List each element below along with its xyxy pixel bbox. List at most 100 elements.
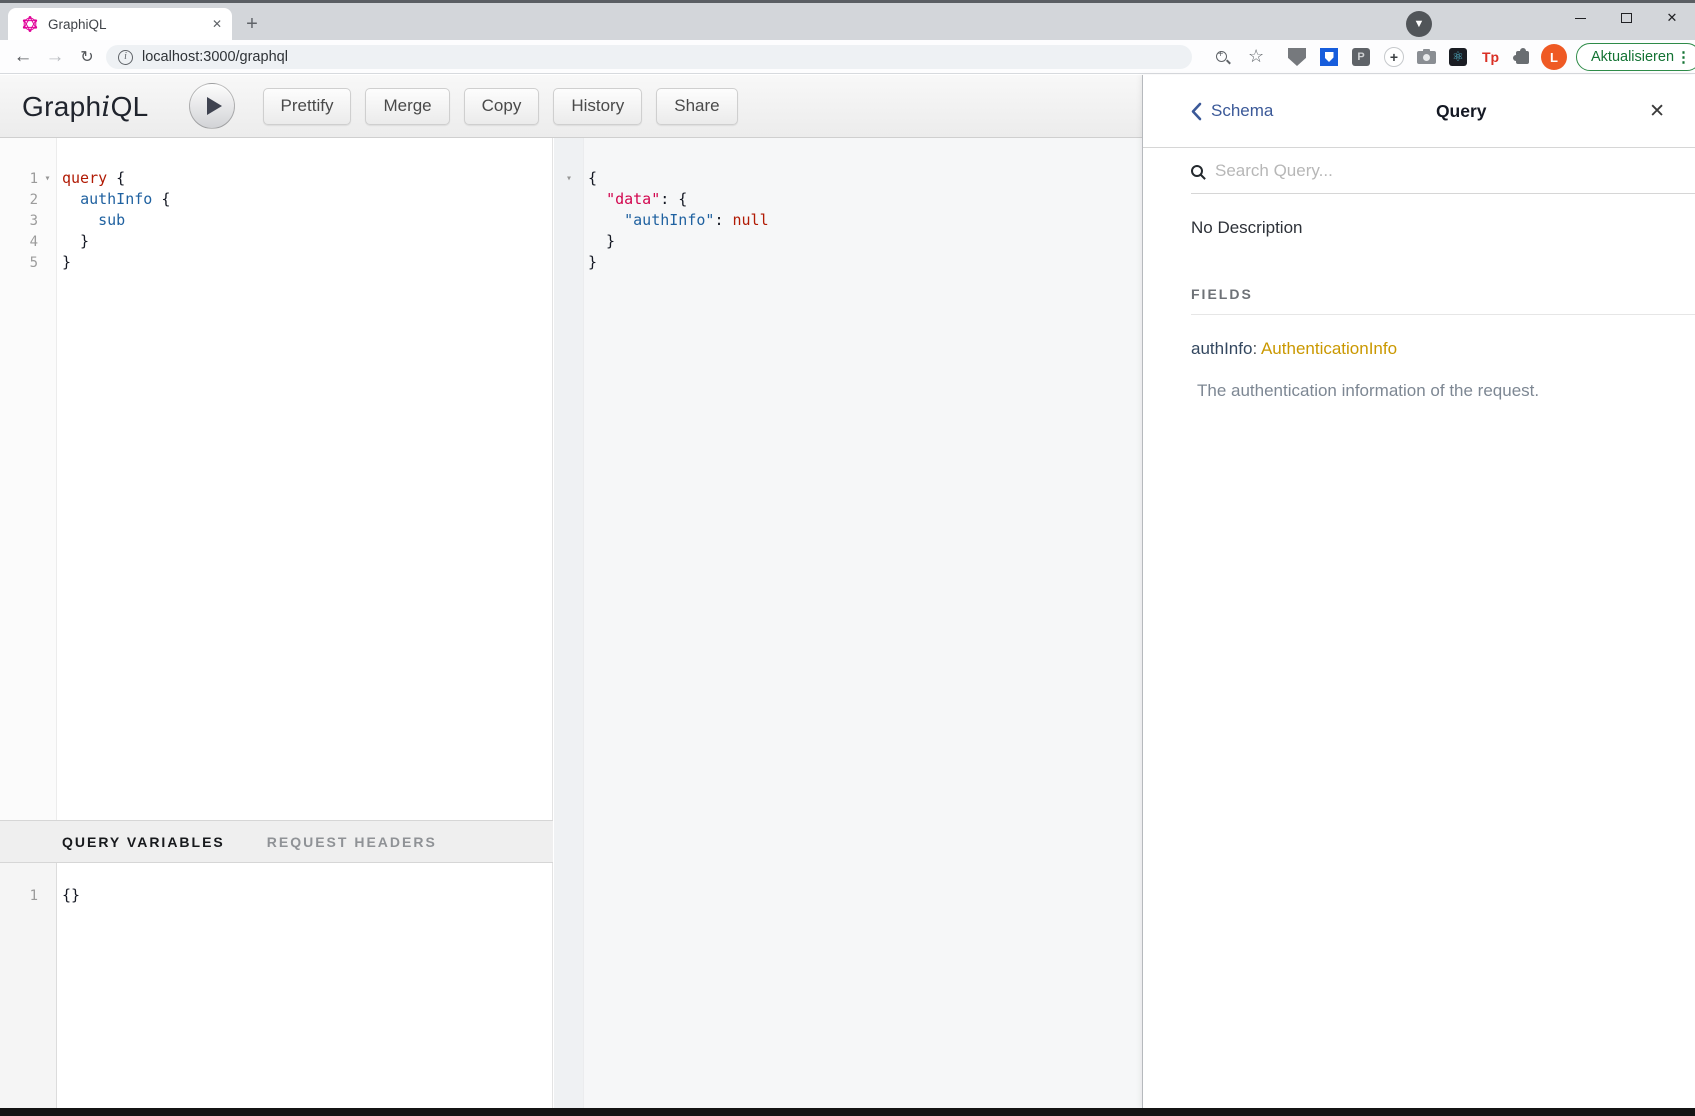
tab-query-variables[interactable]: QUERY VARIABLES xyxy=(62,834,225,850)
gutter-row: ▾ xyxy=(554,168,584,189)
merge-button[interactable]: Merge xyxy=(365,88,449,125)
code-line[interactable]: "data": { xyxy=(588,189,769,210)
maximize-button[interactable] xyxy=(1603,3,1649,33)
gutter-row xyxy=(554,189,584,210)
minimize-button[interactable] xyxy=(1557,3,1603,33)
query-code[interactable]: query { authInfo { sub }} xyxy=(62,168,170,273)
code-line[interactable]: { xyxy=(588,168,769,189)
doc-explorer-header: Schema Query xyxy=(1143,75,1695,148)
browser-window: GraphiQL ✕ + ▼ i P + Tp L Aktualisieren xyxy=(0,0,1695,1116)
doc-search-box[interactable] xyxy=(1191,148,1695,194)
profile-avatar[interactable]: L xyxy=(1541,44,1567,70)
search-icon xyxy=(1191,165,1203,177)
url-input[interactable] xyxy=(142,49,1042,65)
gutter-row xyxy=(554,210,584,231)
share-button[interactable]: Share xyxy=(656,88,737,125)
execute-query-button[interactable] xyxy=(189,83,235,129)
doc-explorer-content: No Description FIELDS authInfo: Authenti… xyxy=(1143,194,1695,401)
tab-strip: GraphiQL ✕ + ▼ xyxy=(0,3,1695,40)
close-window-button[interactable] xyxy=(1649,3,1695,33)
doc-explorer-panel: Schema Query No Description FIELDS authI… xyxy=(1142,75,1695,1108)
move-extension-icon[interactable]: + xyxy=(1384,47,1404,67)
update-button-label: Aktualisieren xyxy=(1591,49,1674,65)
zoom-magnifier-icon[interactable] xyxy=(1216,51,1227,62)
field-description: The authentication information of the re… xyxy=(1197,381,1665,401)
tab-request-headers[interactable]: REQUEST HEADERS xyxy=(267,834,437,850)
new-tab-button[interactable]: + xyxy=(240,13,264,37)
gutter-row: 2 xyxy=(0,189,57,210)
code-token xyxy=(588,190,606,208)
line-numbers: 1▾2345 xyxy=(0,168,57,273)
page-info-icon[interactable]: i xyxy=(118,50,133,65)
tampermonkey-icon[interactable]: Tp xyxy=(1482,48,1500,66)
address-bar[interactable]: i xyxy=(106,45,1192,69)
variables-code[interactable]: {} xyxy=(62,885,80,906)
privacy-extension-icon[interactable]: P xyxy=(1352,48,1370,66)
bookmark-star-icon[interactable] xyxy=(1248,46,1264,67)
line-number: 2 xyxy=(0,192,38,208)
code-token: { xyxy=(588,169,597,187)
minimize-icon xyxy=(1575,18,1586,19)
doc-close-button[interactable] xyxy=(1649,100,1665,123)
ublock-extension-icon[interactable] xyxy=(1288,48,1306,66)
line-number: 5 xyxy=(0,255,38,271)
secondary-editor-tabs: QUERY VARIABLES REQUEST HEADERS xyxy=(0,820,553,863)
result-gutter: ▾ xyxy=(554,168,584,273)
graphiql-topbar: GraphiQL PrettifyMergeCopyHistoryShare xyxy=(0,75,1142,138)
query-editor-pane: 1▾2345 query { authInfo { sub }} xyxy=(0,138,553,820)
prettify-button[interactable]: Prettify xyxy=(263,88,352,125)
update-badge-icon[interactable]: ▼ xyxy=(1406,11,1432,37)
code-line[interactable]: query { xyxy=(62,168,170,189)
tab-close-icon[interactable]: ✕ xyxy=(212,17,222,31)
play-icon xyxy=(207,97,222,115)
query-editor[interactable]: 1▾2345 query { authInfo { sub }} xyxy=(0,138,552,820)
extensions-puzzle-icon[interactable] xyxy=(1516,51,1529,64)
gutter-row: 1 xyxy=(0,885,57,906)
menu-dots-icon xyxy=(1676,48,1691,66)
field-item: authInfo: AuthenticationInfo xyxy=(1191,339,1665,359)
browser-tab[interactable]: GraphiQL ✕ xyxy=(8,8,232,40)
line-number: 3 xyxy=(0,213,38,229)
code-line[interactable]: "authInfo": null xyxy=(588,210,769,231)
code-token: { xyxy=(152,190,170,208)
code-line[interactable]: } xyxy=(588,231,769,252)
code-line[interactable]: authInfo { xyxy=(62,189,170,210)
graphql-favicon-icon xyxy=(22,16,38,32)
fold-arrow-icon[interactable]: ▾ xyxy=(38,173,57,184)
code-line[interactable]: } xyxy=(62,231,170,252)
code-token: } xyxy=(588,232,615,250)
type-description: No Description xyxy=(1191,218,1665,238)
doc-back-link[interactable]: Schema xyxy=(1191,101,1273,121)
code-line[interactable]: {} xyxy=(62,885,80,906)
variables-editor[interactable]: 1 {} xyxy=(0,863,552,1108)
code-token xyxy=(62,190,80,208)
gutter-row: 3 xyxy=(0,210,57,231)
copy-button[interactable]: Copy xyxy=(464,88,540,125)
result-viewer[interactable]: ▾ { "data": { "authInfo": null }} xyxy=(554,138,1142,1108)
code-line[interactable]: sub xyxy=(62,210,170,231)
camera-extension-icon[interactable] xyxy=(1417,51,1436,64)
bitwarden-shield-icon xyxy=(1325,52,1334,62)
forward-button[interactable] xyxy=(40,40,70,74)
line-number: 1 xyxy=(0,171,38,187)
result-pane: ▾ { "data": { "authInfo": null }} xyxy=(554,138,1142,1108)
doc-search-input[interactable] xyxy=(1215,161,1635,181)
gutter-row: 5 xyxy=(0,252,57,273)
reload-button[interactable] xyxy=(72,40,102,74)
back-button[interactable] xyxy=(8,40,38,74)
code-token xyxy=(62,211,98,229)
field-name-link[interactable]: authInfo xyxy=(1191,339,1252,358)
code-line[interactable]: } xyxy=(62,252,170,273)
gutter-row: 1▾ xyxy=(0,168,57,189)
variables-line-numbers: 1 xyxy=(0,885,57,906)
history-button[interactable]: History xyxy=(553,88,642,125)
code-line[interactable]: } xyxy=(588,252,769,273)
code-token: } xyxy=(588,253,597,271)
react-devtools-icon[interactable] xyxy=(1449,48,1467,66)
variables-editor-pane: 1 {} xyxy=(0,863,553,1108)
field-type-link[interactable]: AuthenticationInfo xyxy=(1261,339,1397,358)
fold-arrow-icon[interactable]: ▾ xyxy=(554,173,584,184)
update-button[interactable]: Aktualisieren xyxy=(1576,43,1695,71)
bitwarden-extension-icon[interactable] xyxy=(1320,48,1338,66)
gutter-row xyxy=(554,252,584,273)
